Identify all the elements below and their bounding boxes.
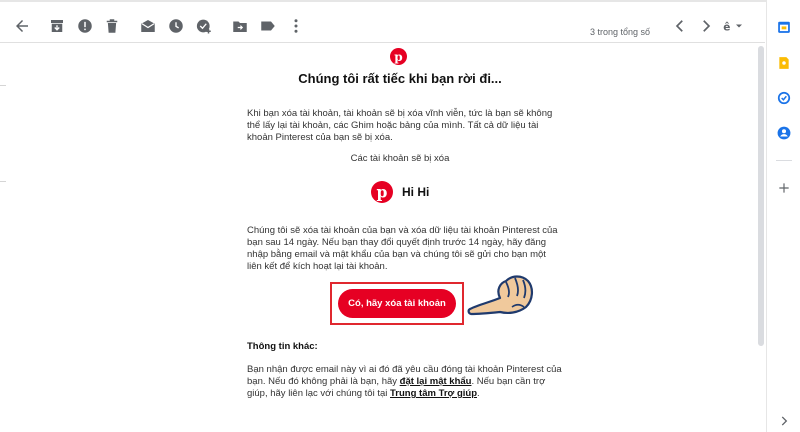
help-center-link[interactable]: Trung tâm Trợ giúp — [390, 388, 477, 399]
deletion-warning-text: Khi bạn xóa tài khoản, tài khoản sẽ bị x… — [247, 108, 553, 143]
svg-text:p: p — [394, 50, 402, 64]
add-icon[interactable] — [777, 181, 791, 195]
email-heading: Chúng tôi rất tiếc khi bạn rời đi... — [298, 71, 502, 86]
contacts-icon[interactable] — [777, 126, 791, 140]
tasks-icon[interactable] — [777, 91, 791, 105]
expand-chevron-icon[interactable] — [777, 414, 791, 428]
reset-password-link[interactable]: đặt lại mật khẩu — [400, 376, 472, 387]
keep-icon[interactable] — [777, 56, 791, 70]
pointing-hand-icon — [466, 262, 538, 322]
side-panel — [766, 0, 800, 432]
other-info-text-part: . — [477, 388, 480, 399]
pinterest-avatar-icon: p — [371, 181, 393, 203]
other-info-text: Bạn nhận được email này vì ai đó đã yêu … — [247, 364, 562, 400]
pinterest-logo-icon: p — [390, 48, 407, 65]
accounts-to-delete-label: Các tài khoản sẽ bị xóa — [350, 153, 450, 164]
confirm-delete-button[interactable]: Có, hãy xóa tài khoản — [338, 289, 456, 318]
rail-divider — [776, 160, 792, 161]
email-scrollbar[interactable] — [758, 46, 764, 346]
svg-text:p: p — [377, 183, 388, 202]
email-body: p Chúng tôi rất tiếc khi bạn rời đi... K… — [0, 0, 760, 432]
other-info-heading: Thông tin khác: — [247, 341, 318, 352]
calendar-icon[interactable] — [777, 20, 791, 34]
profile-name: Hi Hi — [402, 185, 430, 199]
